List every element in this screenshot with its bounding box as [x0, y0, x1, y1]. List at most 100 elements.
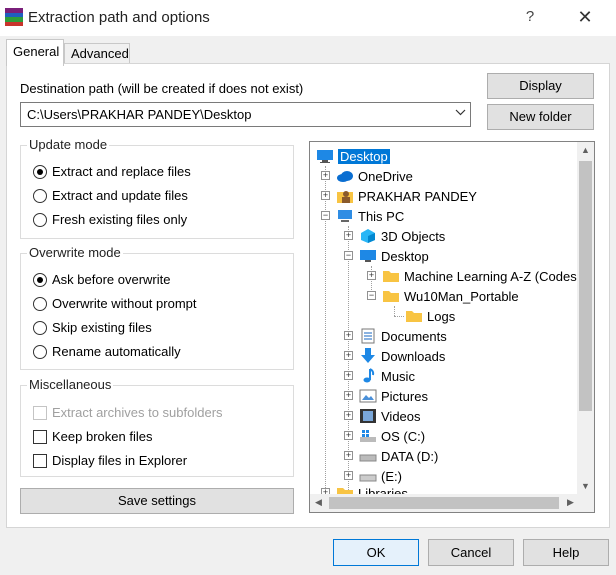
- document-icon: [359, 328, 377, 344]
- checkbox[interactable]: [33, 453, 47, 468]
- help-button[interactable]: Help: [523, 539, 609, 566]
- tree-item-music[interactable]: Music: [359, 367, 415, 385]
- radio-fresh-existing[interactable]: Fresh existing files only: [33, 212, 187, 227]
- tree-item-label: Pictures: [381, 388, 428, 404]
- radio-ask-overwrite[interactable]: Ask before overwrite: [33, 272, 171, 287]
- drive-icon: [359, 448, 377, 464]
- tree-item-label: This PC: [358, 208, 405, 224]
- tree-item-label: (E:): [381, 468, 402, 484]
- collapse-minus-icon[interactable]: −: [367, 291, 376, 300]
- expand-plus-icon[interactable]: +: [321, 171, 330, 180]
- tree-item-label: Music: [381, 368, 415, 384]
- tree-item-os-c[interactable]: OS (C:): [359, 427, 425, 445]
- radio-button[interactable]: [33, 344, 47, 359]
- radio-label: Extract and update files: [52, 188, 188, 203]
- download-arrow-icon: [359, 348, 377, 364]
- tree-item-e[interactable]: (E:): [359, 467, 402, 485]
- display-button[interactable]: Display: [487, 73, 594, 99]
- expand-plus-icon[interactable]: +: [344, 331, 353, 340]
- desktop-icon: [359, 248, 377, 264]
- tree-item-label: OS (C:): [381, 428, 426, 444]
- expand-plus-icon[interactable]: +: [321, 191, 330, 200]
- close-icon[interactable]: ✕: [570, 4, 600, 30]
- expand-plus-icon[interactable]: +: [344, 431, 353, 440]
- checkbox-display-explorer[interactable]: Display files in Explorer: [33, 453, 187, 468]
- tree-item-label: Desktop: [338, 148, 390, 164]
- save-settings-button[interactable]: Save settings: [20, 488, 294, 514]
- expand-plus-icon[interactable]: +: [367, 271, 376, 280]
- miscellaneous-title: Miscellaneous: [27, 377, 114, 392]
- radio-skip-existing[interactable]: Skip existing files: [33, 320, 152, 335]
- folder-icon: [382, 268, 400, 284]
- radio-button[interactable]: [33, 296, 47, 311]
- radio-extract-replace[interactable]: Extract and replace files: [33, 164, 191, 179]
- vertical-scroll-thumb[interactable]: [579, 161, 592, 411]
- expand-plus-icon[interactable]: +: [344, 371, 353, 380]
- horizontal-scrollbar[interactable]: ◀ ▶: [310, 494, 579, 512]
- tree-item-label: PRAKHAR PANDEY: [358, 188, 477, 204]
- tree-item-ml-folder[interactable]: Machine Learning A-Z (Codes: [382, 267, 577, 285]
- tree-item-desktop-root[interactable]: Desktop: [316, 147, 390, 165]
- radio-button[interactable]: [33, 188, 47, 203]
- tree-item-wu10man[interactable]: Wu10Man_Portable: [382, 287, 519, 305]
- tree-item-logs[interactable]: Logs: [405, 307, 455, 325]
- expand-plus-icon[interactable]: +: [344, 471, 353, 480]
- new-folder-button[interactable]: New folder: [487, 104, 594, 130]
- radio-button[interactable]: [33, 272, 47, 287]
- tree-item-videos[interactable]: Videos: [359, 407, 421, 425]
- tree-item-user[interactable]: PRAKHAR PANDEY: [336, 187, 477, 205]
- tree-item-3d-objects[interactable]: 3D Objects: [359, 227, 445, 245]
- radio-label: Ask before overwrite: [52, 272, 171, 287]
- tree-item-documents[interactable]: Documents: [359, 327, 447, 345]
- checkbox: [33, 405, 47, 420]
- chevron-down-icon[interactable]: [454, 108, 466, 120]
- desktop-icon: [316, 148, 334, 164]
- scroll-left-icon[interactable]: ◀: [310, 497, 327, 508]
- collapse-minus-icon[interactable]: −: [321, 211, 330, 220]
- tree-item-label: Logs: [427, 308, 456, 324]
- expand-plus-icon[interactable]: +: [344, 351, 353, 360]
- radio-button[interactable]: [33, 320, 47, 335]
- collapse-minus-icon[interactable]: −: [344, 251, 353, 260]
- tree-item-label: Documents: [381, 328, 447, 344]
- ok-button[interactable]: OK: [333, 539, 419, 566]
- checkbox-keep-broken[interactable]: Keep broken files: [33, 429, 152, 444]
- radio-button[interactable]: [33, 164, 47, 179]
- horizontal-scroll-thumb[interactable]: [329, 497, 559, 509]
- tree-item-label: Wu10Man_Portable: [404, 288, 519, 304]
- tree-item-onedrive[interactable]: OneDrive: [336, 167, 413, 185]
- expand-plus-icon[interactable]: +: [344, 231, 353, 240]
- tab-general[interactable]: General: [6, 39, 64, 66]
- tree-item-desktop[interactable]: Desktop: [359, 247, 429, 265]
- tree-item-label: OneDrive: [358, 168, 413, 184]
- computer-icon: [336, 208, 354, 224]
- expand-plus-icon[interactable]: +: [344, 451, 353, 460]
- expand-plus-icon[interactable]: +: [344, 391, 353, 400]
- scroll-down-icon[interactable]: ▼: [577, 481, 594, 491]
- cube-icon: [359, 228, 377, 244]
- expand-plus-icon[interactable]: +: [344, 411, 353, 420]
- scroll-up-icon[interactable]: ▲: [577, 145, 594, 155]
- winrar-app-icon: [5, 8, 23, 26]
- cancel-button[interactable]: Cancel: [428, 539, 514, 566]
- destination-path-label: Destination path (will be created if doe…: [20, 81, 304, 96]
- radio-label: Overwrite without prompt: [52, 296, 197, 311]
- tree-line: [348, 226, 349, 506]
- tab-advanced[interactable]: Advanced: [64, 43, 130, 64]
- film-icon: [359, 408, 377, 424]
- radio-overwrite-no-prompt[interactable]: Overwrite without prompt: [33, 296, 197, 311]
- tree-item-pictures[interactable]: Pictures: [359, 387, 428, 405]
- tree-item-downloads[interactable]: Downloads: [359, 347, 445, 365]
- checkbox[interactable]: [33, 429, 47, 444]
- help-icon[interactable]: ?: [520, 6, 540, 28]
- tree-item-this-pc[interactable]: This PC: [336, 207, 404, 225]
- radio-button[interactable]: [33, 212, 47, 227]
- radio-rename-auto[interactable]: Rename automatically: [33, 344, 181, 359]
- folder-tree[interactable]: Desktop + OneDrive + PRAKHAR PANDEY − Th…: [309, 141, 595, 513]
- tree-line: [394, 316, 404, 317]
- vertical-scrollbar[interactable]: ▲ ▼: [577, 142, 594, 494]
- destination-path-combobox[interactable]: C:\Users\PRAKHAR PANDEY\Desktop: [20, 102, 471, 127]
- folder-icon: [405, 308, 423, 324]
- radio-extract-update[interactable]: Extract and update files: [33, 188, 188, 203]
- tree-item-data-d[interactable]: DATA (D:): [359, 447, 438, 465]
